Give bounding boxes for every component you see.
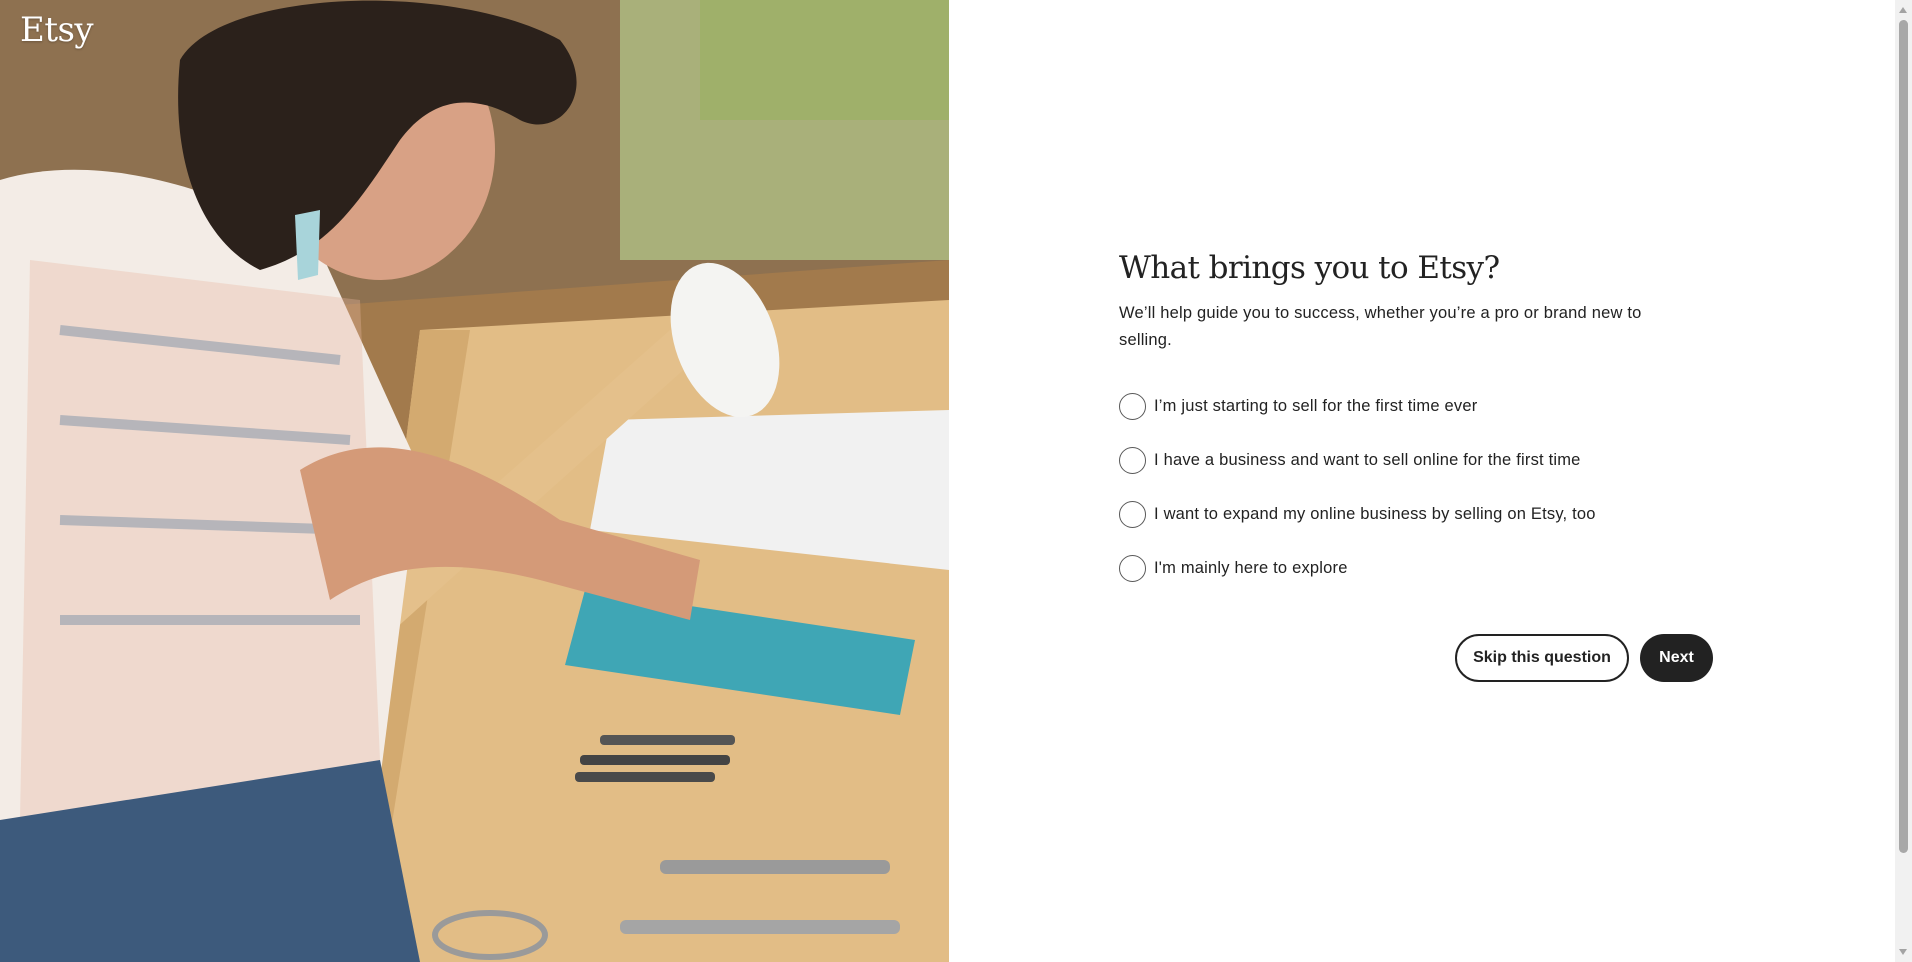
vertical-scrollbar[interactable] — [1895, 0, 1912, 962]
question-subtitle: We’ll help guide you to success, whether… — [1119, 304, 1642, 349]
radio-button[interactable] — [1119, 446, 1146, 474]
next-button[interactable]: Next — [1640, 634, 1713, 682]
option-label: I'm mainly here to explore — [1154, 558, 1348, 577]
skip-question-button[interactable]: Skip this question — [1455, 634, 1629, 682]
artisan-photo-illustration — [0, 0, 949, 962]
option-have-business[interactable]: I have a business and want to sell onlin… — [1119, 433, 1719, 487]
option-expand-online-business[interactable]: I want to expand my online business by s… — [1119, 487, 1719, 541]
question-title: What brings you to Etsy? — [1119, 250, 1500, 286]
question-actions: Skip this question Next — [1455, 634, 1713, 682]
option-mainly-explore[interactable]: I'm mainly here to explore — [1119, 541, 1719, 595]
radio-button[interactable] — [1119, 554, 1146, 582]
option-label: I want to expand my online business by s… — [1154, 504, 1596, 523]
scroll-up-arrow-icon[interactable] — [1899, 7, 1907, 13]
etsy-logo[interactable]: Etsy — [20, 10, 94, 50]
option-label: I’m just starting to sell for the first … — [1154, 396, 1478, 415]
options-radio-group: I’m just starting to sell for the first … — [1119, 379, 1719, 595]
option-starting-to-sell[interactable]: I’m just starting to sell for the first … — [1119, 379, 1719, 433]
radio-button[interactable] — [1119, 500, 1146, 528]
onboarding-question-panel: What brings you to Etsy? We’ll help guid… — [1119, 250, 1719, 682]
option-label: I have a business and want to sell onlin… — [1154, 450, 1581, 469]
hero-image: Etsy — [0, 0, 949, 962]
scroll-down-arrow-icon[interactable] — [1899, 949, 1907, 955]
radio-button[interactable] — [1119, 392, 1146, 420]
scrollbar-thumb[interactable] — [1899, 20, 1908, 853]
